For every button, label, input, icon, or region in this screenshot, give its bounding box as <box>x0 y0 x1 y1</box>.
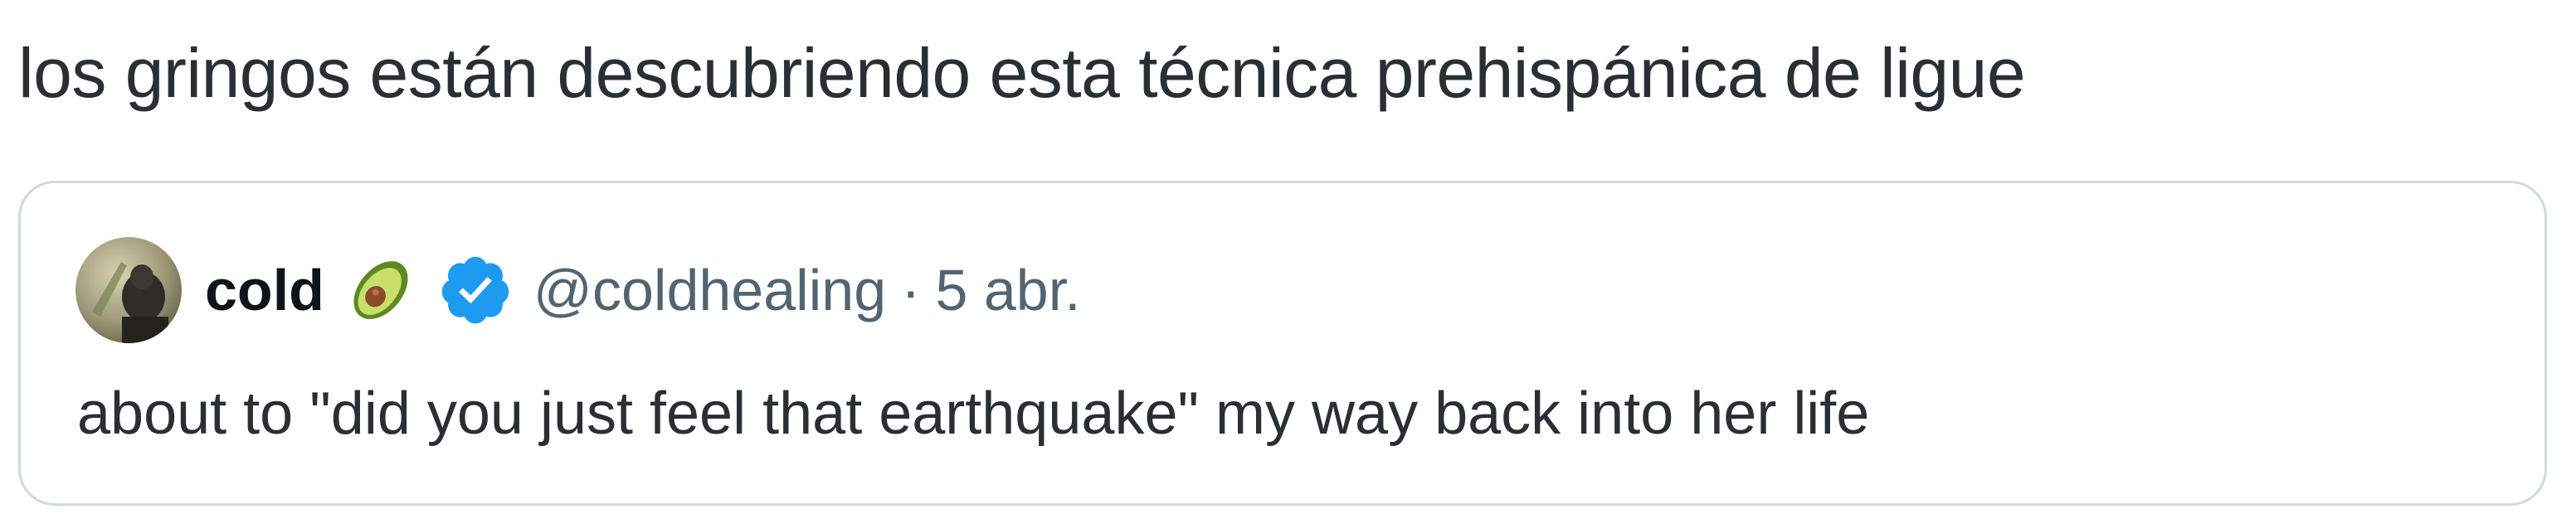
avatar[interactable] <box>75 237 182 343</box>
verified-badge-icon[interactable] <box>437 252 514 328</box>
quoted-tweet-text: about to "did you just feel that earthqu… <box>77 381 1870 447</box>
quoted-tweet-header: cold @coldhealing · 5 abr. <box>75 236 1081 344</box>
avocado-emoji-icon <box>341 250 421 330</box>
tweet-text: los gringos están descubriendo esta técn… <box>18 34 2026 112</box>
quoted-tweet-card[interactable]: cold @coldhealing · 5 abr. about to "did… <box>18 181 2547 506</box>
tweet-date[interactable]: 5 abr. <box>935 257 1080 323</box>
author-handle[interactable]: @coldhealing <box>533 257 886 323</box>
author-name[interactable]: cold <box>205 257 324 323</box>
separator-dot: · <box>901 258 921 322</box>
